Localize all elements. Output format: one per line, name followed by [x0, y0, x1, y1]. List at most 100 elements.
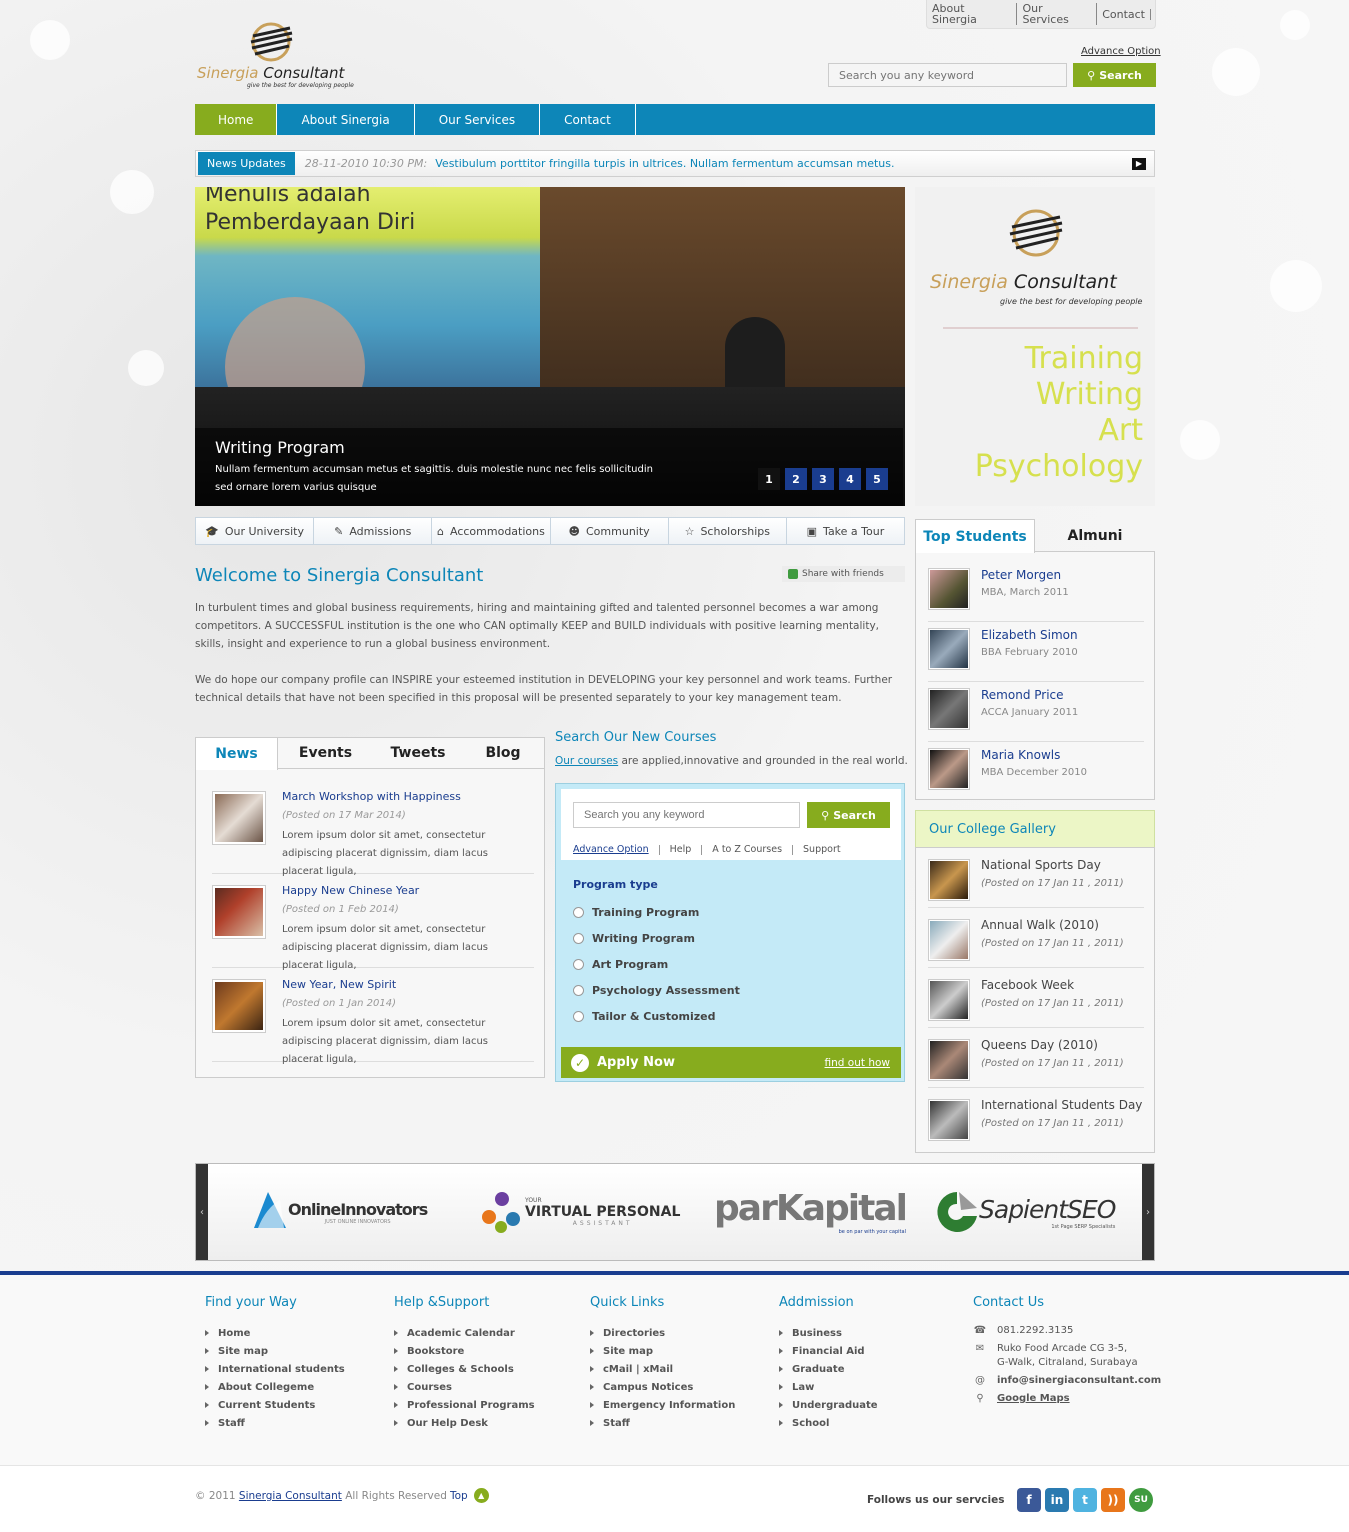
gallery-item[interactable]: National Sports Day (Posted on 17 Jan 11 … [928, 848, 1144, 908]
footer-link[interactable]: Directories [590, 1324, 735, 1342]
student-item[interactable]: Elizabeth Simon BBA February 2010 [928, 622, 1144, 682]
tab-blog[interactable]: Blog [463, 738, 543, 768]
advance-option-link[interactable]: Advance Option [1081, 46, 1161, 57]
share-button[interactable]: Share with friends [782, 566, 905, 582]
student-item[interactable]: Peter Morgen MBA, March 2011 [928, 562, 1144, 622]
iconbar-take-a-tour[interactable]: ▣ Take a Tour [787, 518, 904, 544]
contact-email-text[interactable]: info@sinergiaconsultant.com [997, 1374, 1161, 1388]
stumbleupon-icon[interactable]: SU [1129, 1488, 1153, 1512]
gallery-item[interactable]: International Students Day (Posted on 17 … [928, 1088, 1144, 1148]
facebook-icon[interactable]: f [1017, 1488, 1041, 1512]
partner-logo-virtual-personal[interactable]: YOUR VIRTUAL PERSONAL ASSISTANT [479, 1182, 680, 1242]
linkedin-icon[interactable]: in [1045, 1488, 1069, 1512]
tab-events[interactable]: Events [278, 738, 373, 768]
tab-tweets[interactable]: Tweets [373, 738, 463, 768]
gallery-item[interactable]: Facebook Week (Posted on 17 Jan 11 , 2011… [928, 968, 1144, 1028]
footer-link[interactable]: Site map [205, 1342, 345, 1360]
footer-link[interactable]: Emergency Information [590, 1396, 735, 1414]
partner-logo-parkapital[interactable]: parKapital be on par with your capital [714, 1182, 908, 1242]
header-search-button[interactable]: ⚲ Search [1073, 63, 1156, 87]
program-radio[interactable]: Tailor & Customized [573, 1010, 716, 1023]
carousel-next-icon[interactable]: › [1142, 1164, 1154, 1260]
news-title[interactable]: Happy New Chinese Year [282, 884, 419, 897]
gallery-name[interactable]: National Sports Day [981, 858, 1101, 872]
student-item[interactable]: Maria Knowls MBA December 2010 [928, 742, 1144, 802]
radio-icon[interactable] [573, 1011, 584, 1022]
iconbar-our-university[interactable]: 🎓 Our University [196, 518, 315, 544]
rss-icon[interactable]: )) [1101, 1488, 1125, 1512]
nav-contact[interactable]: Contact [540, 104, 636, 135]
header-search-input[interactable] [828, 63, 1067, 87]
news-title[interactable]: March Workshop with Happiness [282, 790, 461, 803]
gallery-item[interactable]: Queens Day (2010) (Posted on 17 Jan 11 , … [928, 1028, 1144, 1088]
radio-icon[interactable] [573, 985, 584, 996]
course-atoz-link[interactable]: A to Z Courses [702, 845, 794, 855]
nav-home[interactable]: Home [195, 104, 278, 135]
footer-link[interactable]: cMail | xMail [590, 1360, 735, 1378]
slider-page-3[interactable]: 3 [812, 468, 834, 490]
student-name[interactable]: Elizabeth Simon [981, 628, 1078, 642]
footer-link[interactable]: Campus Notices [590, 1378, 735, 1396]
news-item[interactable]: New Year, New Spirit (Posted on 1 Jan 20… [212, 968, 534, 1065]
footer-link[interactable]: Financial Aid [779, 1342, 878, 1360]
program-radio[interactable]: Psychology Assessment [573, 984, 740, 997]
footer-link[interactable]: Courses [394, 1378, 535, 1396]
footer-link[interactable]: Colleges & Schools [394, 1360, 535, 1378]
course-advance-option-link[interactable]: Advance Option [573, 845, 660, 855]
student-name[interactable]: Peter Morgen [981, 568, 1061, 582]
tab-alumni[interactable]: Almuni [1035, 519, 1155, 552]
footer-link[interactable]: Graduate [779, 1360, 878, 1378]
company-link[interactable]: Sinergia Consultant [239, 1490, 342, 1502]
footer-link[interactable]: School [779, 1414, 878, 1432]
program-radio[interactable]: Writing Program [573, 932, 695, 945]
slider-page-1[interactable]: 1 [758, 468, 780, 490]
slider-page-2[interactable]: 2 [785, 468, 807, 490]
student-item[interactable]: Remond Price ACCA January 2011 [928, 682, 1144, 742]
iconbar-admissions[interactable]: ✎ Admissions [314, 518, 433, 544]
course-search-button[interactable]: ⚲ Search [807, 802, 890, 828]
student-name[interactable]: Maria Knowls [981, 748, 1060, 762]
student-name[interactable]: Remond Price [981, 688, 1064, 702]
tab-top-students[interactable]: Top Students [915, 519, 1035, 553]
find-out-how-link[interactable]: find out how [825, 1057, 890, 1069]
partner-logo-online-innovators[interactable]: OnlineInnovators JUST ONLINE INNOVATORS [246, 1182, 428, 1242]
footer-link[interactable]: About Collegeme [205, 1378, 345, 1396]
news-item[interactable]: Happy New Chinese Year (Posted on 1 Feb … [212, 874, 534, 971]
footer-link[interactable]: Current Students [205, 1396, 345, 1414]
gallery-name[interactable]: Facebook Week [981, 978, 1074, 992]
radio-icon[interactable] [573, 959, 584, 970]
iconbar-accommodations[interactable]: ⌂ Accommodations [432, 518, 551, 544]
site-logo[interactable]: Sinergia Consultant give the best for de… [195, 22, 355, 92]
footer-link[interactable]: Professional Programs [394, 1396, 535, 1414]
gallery-name[interactable]: Annual Walk (2010) [981, 918, 1099, 932]
radio-icon[interactable] [573, 907, 584, 918]
gallery-item[interactable]: Annual Walk (2010) (Posted on 17 Jan 11 ,… [928, 908, 1144, 968]
footer-link[interactable]: Undergraduate [779, 1396, 878, 1414]
program-radio[interactable]: Training Program [573, 906, 699, 919]
footer-link[interactable]: Law [779, 1378, 878, 1396]
toplink-contact[interactable]: Contact [1097, 8, 1151, 20]
toplink-about[interactable]: About Sinergia [927, 3, 1018, 25]
apply-now-bar[interactable]: ✓ Apply Now find out how [561, 1047, 901, 1078]
gallery-name[interactable]: International Students Day [981, 1098, 1142, 1112]
apply-now-label[interactable]: Apply Now [597, 1055, 675, 1070]
iconbar-scholarships[interactable]: ☆ Scholorships [669, 518, 787, 544]
radio-icon[interactable] [573, 933, 584, 944]
back-to-top[interactable]: Top ▲ [450, 1488, 489, 1503]
nav-services[interactable]: Our Services [415, 104, 541, 135]
news-item[interactable]: March Workshop with Happiness (Posted on… [212, 780, 534, 877]
our-courses-link[interactable]: Our courses [555, 755, 618, 767]
iconbar-community[interactable]: ☻ Community [551, 518, 669, 544]
course-help-link[interactable]: Help [660, 845, 703, 855]
footer-link[interactable]: Staff [205, 1414, 345, 1432]
partner-logo-sapientseo[interactable]: SapientSEO 1st Page SERP Specialists [933, 1182, 1116, 1242]
course-search-input[interactable] [573, 802, 800, 828]
news-title[interactable]: New Year, New Spirit [282, 978, 396, 991]
footer-link[interactable]: Our Help Desk [394, 1414, 535, 1432]
gallery-name[interactable]: Queens Day (2010) [981, 1038, 1098, 1052]
slider-page-4[interactable]: 4 [839, 468, 861, 490]
program-radio[interactable]: Art Program [573, 958, 668, 971]
footer-link[interactable]: Bookstore [394, 1342, 535, 1360]
footer-link[interactable]: Business [779, 1324, 878, 1342]
carousel-prev-icon[interactable]: ‹ [196, 1164, 208, 1260]
